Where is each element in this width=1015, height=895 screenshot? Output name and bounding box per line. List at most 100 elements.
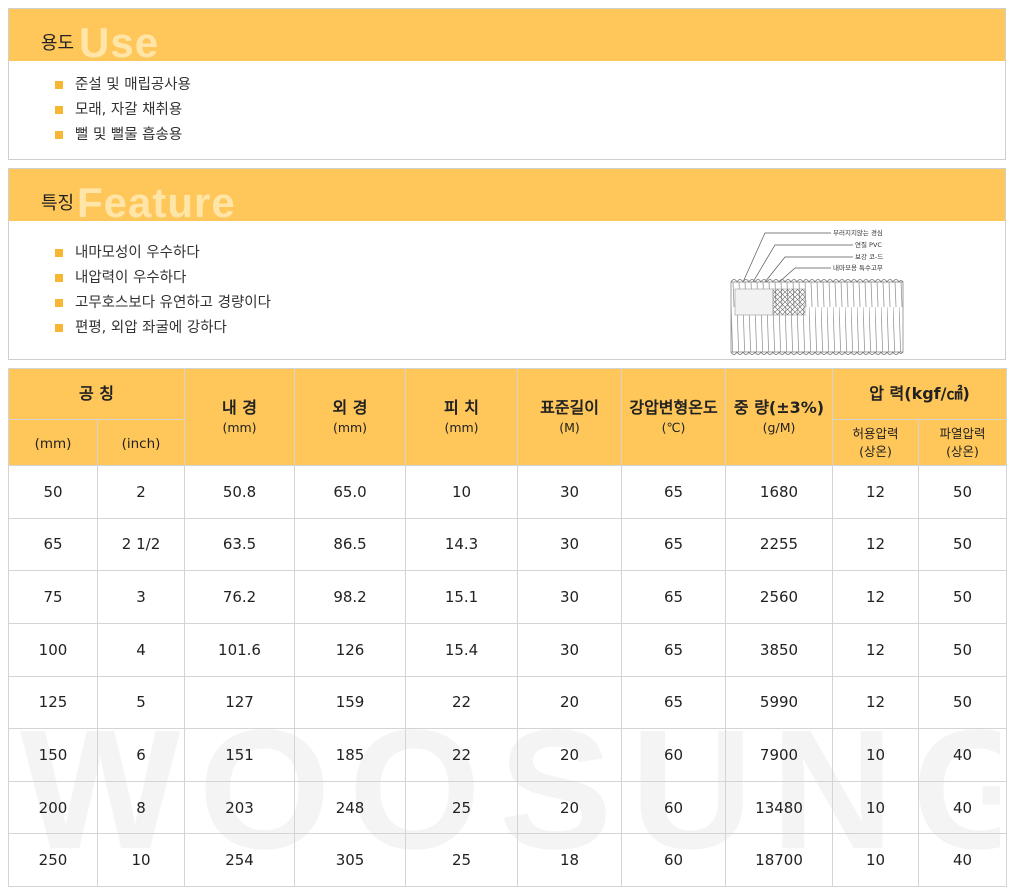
diagram-label-core: 부러지지않는 경심 [833, 228, 883, 237]
cell: 98.2 [294, 570, 407, 624]
cell: 200 [8, 780, 98, 835]
header-nominal: 공 칭 [7, 368, 186, 420]
table-row: 200 8 203 248 25 20 60 13480 10 40 [8, 780, 1008, 835]
cell: 30 [517, 517, 623, 572]
cell: 86.5 [294, 517, 407, 572]
cell: 185 [294, 728, 407, 782]
cell: 15.1 [405, 570, 519, 624]
cell: 22 [405, 675, 519, 730]
cell: 40 [918, 833, 1008, 887]
cell: 15.4 [405, 622, 519, 677]
cell: 10 [405, 465, 519, 519]
cell: 12 [832, 517, 920, 572]
diagram-label-pvc: 연질 PVC [855, 241, 882, 249]
feature-section: Feature 특징 내마모성이 우수하다 내압력이 우수하다 고무호스보다 유… [8, 168, 1006, 360]
list-item: 내마모성이 우수하다 [55, 241, 271, 266]
cell: 127 [184, 675, 296, 730]
cell: 65 [621, 675, 727, 730]
cell: 6 [96, 728, 186, 782]
cell: 50 [918, 570, 1008, 624]
cell: 18700 [725, 833, 834, 887]
table-row: 65 2 1/2 63.5 86.5 14.3 30 65 2255 12 50 [8, 517, 1008, 572]
cell: 20 [517, 728, 623, 782]
cell: 254 [184, 833, 296, 887]
cell: 12 [832, 465, 920, 519]
header-outer-diameter: 외 경 (mm) [294, 368, 407, 466]
usage-header: Use 용도 [9, 9, 1005, 61]
header-inch: (inch) [96, 419, 186, 466]
cell: 30 [517, 622, 623, 677]
list-item: 고무호스보다 유연하고 경량이다 [55, 291, 271, 316]
diagram-label-rubber: 내마모용 특수고무 [833, 263, 883, 272]
cell: 65 [8, 517, 98, 572]
header-weight: 중 량(±3%) (g/M) [725, 368, 834, 466]
cell: 50.8 [184, 465, 296, 519]
cell: 7900 [725, 728, 834, 782]
header-temperature: 강압변형온도 (℃) [621, 368, 727, 466]
cell: 100 [8, 622, 98, 677]
cell: 22 [405, 728, 519, 782]
cell: 10 [832, 780, 920, 835]
table-row: 150 6 151 185 22 20 60 7900 10 40 [8, 728, 1008, 782]
bullet-square-icon [55, 274, 63, 282]
cell: 40 [918, 780, 1008, 835]
feature-title-kr: 특징 [41, 193, 75, 214]
usage-list: 준설 및 매립공사용 모래, 자갈 채취용 뻘 및 뻘물 흡송용 [55, 73, 191, 148]
cell: 25 [405, 833, 519, 887]
header-burst-pressure: 파열압력 (상온) [918, 419, 1008, 466]
table-row: 250 10 254 305 25 18 60 18700 10 40 [8, 833, 1008, 887]
cell: 65.0 [294, 465, 407, 519]
cell: 13480 [725, 780, 834, 835]
list-item: 뻘 및 뻘물 흡송용 [55, 123, 191, 148]
cell: 18 [517, 833, 623, 887]
cell: 50 [918, 517, 1008, 572]
hose-structure-diagram: 부러지지않는 경심 연질 PVC 보강 코-드 내마모용 특수고무 [730, 228, 904, 355]
cell: 40 [918, 728, 1008, 782]
header-length: 표준길이 (M) [517, 368, 623, 466]
bullet-square-icon [55, 299, 63, 307]
cell: 50 [8, 465, 98, 519]
cell: 75 [8, 570, 98, 624]
bullet-square-icon [55, 106, 63, 114]
cell: 151 [184, 728, 296, 782]
feature-header: Feature 특징 [9, 169, 1005, 221]
header-inner-diameter: 내 경 (mm) [184, 368, 296, 466]
cell: 125 [8, 675, 98, 730]
bullet-square-icon [55, 249, 63, 257]
cell: 2560 [725, 570, 834, 624]
cell: 3 [96, 570, 186, 624]
cell: 50 [918, 675, 1008, 730]
header-pitch: 피 치 (mm) [405, 368, 519, 466]
header-mm: (mm) [8, 419, 98, 466]
cell: 12 [832, 675, 920, 730]
cell: 101.6 [184, 622, 296, 677]
cell: 10 [832, 728, 920, 782]
header-pressure: 압 력(kgf/㎠) [832, 368, 1008, 420]
table-row: 50 2 50.8 65.0 10 30 65 1680 12 50 [8, 465, 1008, 519]
cell: 10 [832, 833, 920, 887]
cell: 14.3 [405, 517, 519, 572]
bullet-square-icon [55, 131, 63, 139]
table-header-row: 공 칭 내 경 (mm) 외 경 (mm) 피 치 (mm) 표준길이 (M) 강압변형… [7, 368, 1008, 466]
cell: 159 [294, 675, 407, 730]
usage-section: Use 용도 준설 및 매립공사용 모래, 자갈 채취용 뻘 및 뻘물 흡송용 [8, 8, 1006, 160]
list-item: 내압력이 우수하다 [55, 266, 271, 291]
cell: 10 [96, 833, 186, 887]
header-allow-pressure: 허용압력 (상온) [832, 419, 920, 466]
usage-title-en: Use [79, 19, 160, 61]
cell: 248 [294, 780, 407, 835]
cell: 2 [96, 465, 186, 519]
bullet-square-icon [55, 81, 63, 89]
list-item: 준설 및 매립공사용 [55, 73, 191, 98]
cell: 250 [8, 833, 98, 887]
feature-title-en: Feature [77, 179, 236, 221]
cell: 5 [96, 675, 186, 730]
cell: 305 [294, 833, 407, 887]
table-row: 100 4 101.6 126 15.4 30 65 3850 12 50 [8, 622, 1008, 677]
cell: 12 [832, 622, 920, 677]
usage-title-kr: 용도 [41, 33, 75, 54]
cell: 8 [96, 780, 186, 835]
cell: 20 [517, 780, 623, 835]
cell: 50 [918, 465, 1008, 519]
cell: 1680 [725, 465, 834, 519]
